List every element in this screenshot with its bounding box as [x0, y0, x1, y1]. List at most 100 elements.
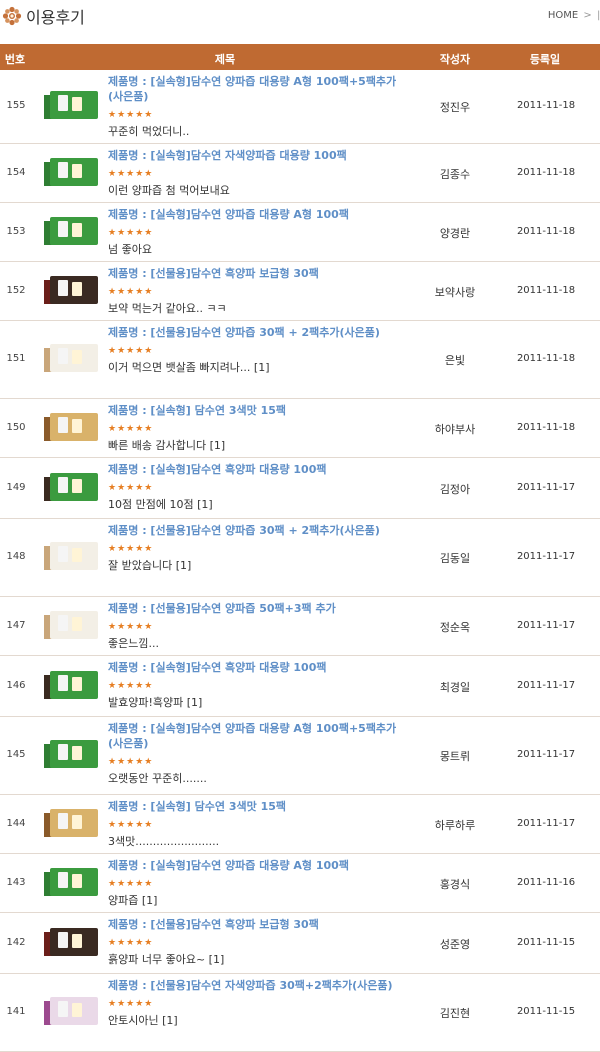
product-title-link[interactable]: 제품명 : [실속형]담수연 흑양파 대용량 100팩 [108, 660, 408, 675]
product-thumbnail[interactable] [44, 270, 100, 310]
page-header: 이용후기 HOME > | [0, 0, 600, 36]
review-title-link[interactable]: 흙양파 너무 좋아요~ [1] [108, 953, 408, 967]
row-date: 2011-11-18 [516, 353, 576, 364]
product-thumbnail[interactable] [44, 803, 100, 843]
table-row[interactable]: 143 제품명 : [실속형]담수연 양파즙 대용량 A형 100팩 ★★★★★ 양파… [0, 854, 600, 913]
row-date: 2011-11-15 [516, 1006, 576, 1017]
table-row[interactable]: 146 제품명 : [실속형]담수연 흑양파 대용량 100팩 ★★★★★ 발효양파!… [0, 656, 600, 717]
product-title-link[interactable]: 제품명 : [실속형]담수연 양파즙 대용량 A형 100팩 [108, 207, 408, 222]
table-row[interactable]: 142 제품명 : [선물용]담수연 흑양파 보급형 30팩 ★★★★★ 흙양파 너무… [0, 913, 600, 974]
thumbnail-pouch [72, 97, 82, 111]
thumbnail-pouch [72, 548, 82, 562]
thumbnail-pouch [58, 95, 68, 111]
row-date: 2011-11-17 [516, 551, 576, 562]
product-title-link[interactable]: 제품명 : [선물용]담수연 흑양파 보급형 30팩 [108, 917, 408, 932]
thumbnail-pouch [58, 476, 68, 493]
review-content: 제품명 : [선물용]담수연 흑양파 보급형 30팩 ★★★★★ 흙양파 너무 좋아… [108, 917, 408, 967]
review-content: 제품명 : [실속형]담수연 자색양파즙 대용량 100팩 ★★★★★ 이런 양파즙… [108, 148, 408, 198]
table-row[interactable]: 155 제품명 : [실속형]담수연 양파즙 대용량 A형 100팩+5팩추가(사… [0, 70, 600, 144]
product-title-link[interactable]: 제품명 : [실속형]담수연 자색양파즙 대용량 100팩 [108, 148, 408, 163]
review-title-link[interactable]: 오랫동안 꾸준히....... [108, 772, 408, 786]
review-content: 제품명 : [실속형]담수연 양파즙 대용량 A형 100팩+5팩추가(사은품)… [108, 721, 408, 786]
product-thumbnail[interactable] [44, 862, 100, 902]
table-row[interactable]: 150 제품명 : [실속형] 담수연 3색맛 15팩 ★★★★★ 빠른 배송 감사합… [0, 399, 600, 458]
review-title-link[interactable]: 꾸준히 먹었더니.. [108, 125, 408, 139]
product-title-link[interactable]: 제품명 : [선물용]담수연 자색양파즙 30팩+2팩추가(사은품) [108, 978, 408, 993]
table-row[interactable]: 144 제품명 : [실속형] 담수연 3색맛 15팩 ★★★★★ 3색맛......… [0, 795, 600, 854]
rating-stars: ★★★★★ [108, 169, 154, 179]
row-date: 2011-11-18 [516, 421, 576, 433]
row-date: 2011-11-16 [516, 876, 576, 888]
product-title-link[interactable]: 제품명 : [실속형]담수연 양파즙 대용량 A형 100팩+5팩추가(사은품) [108, 721, 408, 751]
thumbnail-pouch [72, 746, 82, 760]
thumbnail-pouch [72, 222, 82, 237]
review-content: 제품명 : [실속형]담수연 양파즙 대용량 A형 100팩+5팩추가(사은품)… [108, 74, 408, 139]
table-row[interactable]: 148 제품명 : [선물용]담수연 양파즙 30팩 + 2팩추가(사은품) ★★★… [0, 519, 600, 597]
review-title-link[interactable]: 좋은느낌... [108, 637, 408, 651]
product-thumbnail[interactable] [44, 211, 100, 251]
review-content: 제품명 : [선물용]담수연 자색양파즙 30팩+2팩추가(사은품) ★★★★★ 안… [108, 978, 408, 1028]
table-row[interactable]: 153 제품명 : [실속형]담수연 양파즙 대용량 A형 100팩 ★★★★★ 넘 … [0, 203, 600, 262]
product-title-link[interactable]: 제품명 : [선물용]담수연 흑양파 보급형 30팩 [108, 266, 408, 281]
table-row[interactable]: 147 제품명 : [선물용]담수연 양파즙 50팩+3팩 추가 ★★★★★ 좋은느낌… [0, 597, 600, 656]
review-title-link[interactable]: 빠른 배송 감사합니다 [1] [108, 439, 408, 453]
product-title-link[interactable]: 제품명 : [선물용]담수연 양파즙 30팩 + 2팩추가(사은품) [108, 325, 408, 340]
row-number: 152 [6, 284, 26, 296]
product-title-link[interactable]: 제품명 : [실속형] 담수연 3색맛 15팩 [108, 799, 408, 814]
product-thumbnail[interactable] [44, 605, 100, 645]
review-content: 제품명 : [실속형] 담수연 3색맛 15팩 ★★★★★ 3색맛.........… [108, 799, 408, 849]
table-row[interactable]: 152 제품명 : [선물용]담수연 흑양파 보급형 30팩 ★★★★★ 보약 먹는거… [0, 262, 600, 321]
product-title-link[interactable]: 제품명 : [선물용]담수연 양파즙 50팩+3팩 추가 [108, 601, 408, 616]
review-title-link[interactable]: 넘 좋아요 [108, 243, 408, 257]
review-title-link[interactable]: 발효양파!흑양파 [1] [108, 696, 408, 710]
table-row[interactable]: 151 제품명 : [선물용]담수연 양파즙 30팩 + 2팩추가(사은품) ★★★… [0, 321, 600, 399]
product-title-link[interactable]: 제품명 : [실속형]담수연 흑양파 대용량 100팩 [108, 462, 408, 477]
rating-stars: ★★★★★ [108, 938, 154, 948]
breadcrumb-home-link[interactable]: HOME [548, 10, 578, 21]
product-thumbnail[interactable] [44, 467, 100, 507]
review-content: 제품명 : [선물용]담수연 양파즙 50팩+3팩 추가 ★★★★★ 좋은느낌... [108, 601, 408, 651]
thumbnail-pouch [72, 933, 82, 948]
review-content: 제품명 : [실속형] 담수연 3색맛 15팩 ★★★★★ 빠른 배송 감사합니다 … [108, 403, 408, 453]
thumbnail-pouch [58, 674, 68, 691]
row-author: 정진우 [439, 101, 471, 114]
table-row[interactable]: 149 제품명 : [실속형]담수연 흑양파 대용량 100팩 ★★★★★ 10점 만… [0, 458, 600, 519]
review-title-link[interactable]: 10점 만점에 10점 [1] [108, 498, 408, 512]
product-thumbnail[interactable] [44, 991, 100, 1031]
row-author: 김동일 [439, 552, 471, 565]
review-title-link[interactable]: 양파즙 [1] [108, 894, 408, 908]
row-date: 2011-11-15 [516, 936, 576, 948]
table-row[interactable]: 145 제품명 : [실속형]담수연 양파즙 대용량 A형 100팩+5팩추가(사… [0, 717, 600, 795]
row-author: 홍경식 [439, 877, 471, 891]
review-title-link[interactable]: 3색맛........................ [108, 835, 408, 849]
product-thumbnail[interactable] [44, 665, 100, 705]
product-title-link[interactable]: 제품명 : [실속형]담수연 양파즙 대용량 A형 100팩+5팩추가(사은품) [108, 74, 408, 104]
row-date: 2011-11-18 [516, 100, 576, 111]
product-thumbnail[interactable] [44, 922, 100, 962]
product-thumbnail[interactable] [44, 338, 100, 378]
product-thumbnail[interactable] [44, 152, 100, 192]
product-thumbnail[interactable] [44, 734, 100, 774]
table-row[interactable]: 154 제품명 : [실속형]담수연 자색양파즙 대용량 100팩 ★★★★★ 이런 … [0, 144, 600, 203]
row-author: 하야부사 [434, 422, 476, 436]
review-title-link[interactable]: 보약 먹는거 같아요.. ㅋㅋ [108, 302, 408, 316]
row-number: 143 [6, 876, 26, 888]
review-title-link[interactable]: 안토시아닌 [1] [108, 1014, 408, 1028]
thumbnail-pouch [58, 348, 68, 364]
product-thumbnail[interactable] [44, 536, 100, 576]
review-content: 제품명 : [실속형]담수연 양파즙 대용량 A형 100팩 ★★★★★ 넘 좋아요 [108, 207, 408, 257]
product-thumbnail[interactable] [44, 407, 100, 447]
product-title-link[interactable]: 제품명 : [실속형]담수연 양파즙 대용량 A형 100팩 [108, 858, 408, 873]
review-title-link[interactable]: 이거 먹으면 뱃살좀 빠지려나... [1] [108, 361, 408, 375]
table-row[interactable]: 141 제품명 : [선물용]담수연 자색양파즙 30팩+2팩추가(사은품) ★★★… [0, 974, 600, 1052]
review-content: 제품명 : [선물용]담수연 양파즙 30팩 + 2팩추가(사은품) ★★★★★ 이… [108, 325, 408, 375]
review-title-link[interactable]: 잘 받았습니다 [1] [108, 559, 408, 573]
product-thumbnail[interactable] [44, 85, 100, 125]
thumbnail-pouch [58, 614, 68, 631]
review-title-link[interactable]: 이런 양파즙 첨 먹어보내요 [108, 184, 408, 198]
table-header: 번호 제목 작성자 등록일 [0, 44, 600, 70]
product-title-link[interactable]: 제품명 : [선물용]담수연 양파즙 30팩 + 2팩추가(사은품) [108, 523, 408, 538]
rating-stars: ★★★★★ [108, 999, 154, 1009]
rating-stars: ★★★★★ [108, 622, 154, 632]
product-title-link[interactable]: 제품명 : [실속형] 담수연 3색맛 15팩 [108, 403, 408, 418]
